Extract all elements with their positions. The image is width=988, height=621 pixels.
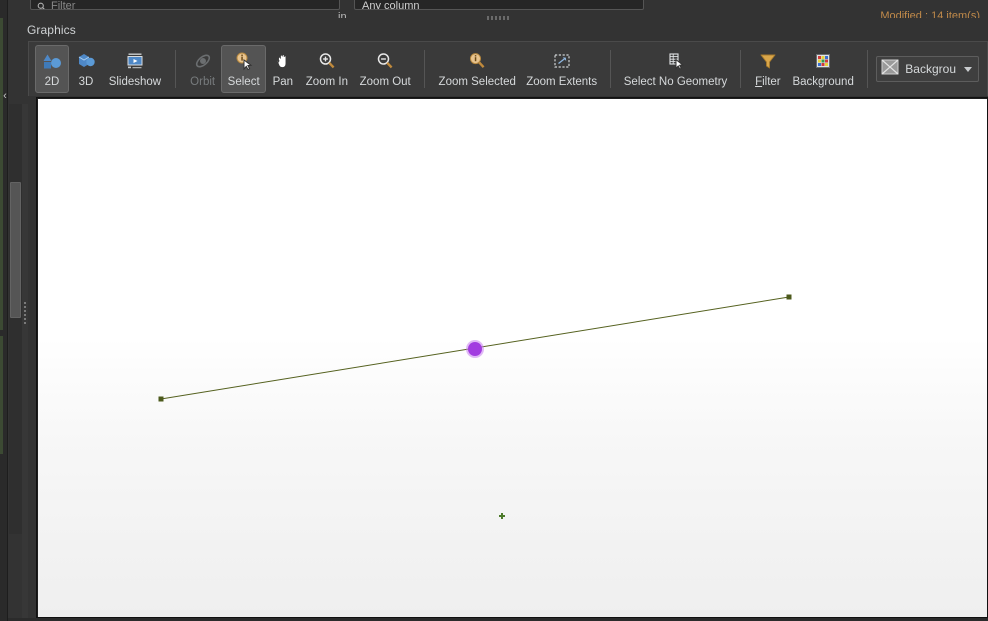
toolbar-button-orbit: Orbit [184,45,222,93]
collapse-panel-chevron-icon[interactable]: ‹ [0,88,10,104]
toolbar-label-2d: 2D [44,76,60,88]
vertical-scrollbar-track[interactable] [9,104,22,534]
hand-pan-icon [273,50,293,72]
toolbar-button-2d[interactable]: 2D [35,45,69,93]
toolbar-button-slideshow[interactable]: Slideshow [103,45,167,93]
geometry-node-marker [786,294,792,300]
toolbar-label-filter: Filter [755,76,781,88]
toolbar-button-3d[interactable]: 3D [69,45,103,93]
background-style-dropdown[interactable]: Backgrou [876,56,979,82]
shapes-2d-icon [42,50,62,72]
graphics-panel-window: ‹ Filter in Any column Modified : 14 ite… [0,0,988,621]
orbit-icon [193,50,213,72]
graphics-viewport-frame [36,97,988,618]
page-title: Graphics [27,23,76,37]
funnel-icon [758,50,778,72]
toolbar-button-select-no-geometry[interactable]: Select No Geometry [619,45,731,93]
toolbar-button-background[interactable]: Background [787,45,859,93]
filter-input-placeholder: Filter [51,0,76,10]
toolbar-separator-5 [867,50,869,88]
vertical-splitter-grip-icon [24,302,26,324]
toolbar-label-background: Background [792,76,854,88]
toolbar-label-pan: Pan [272,76,294,88]
toolbar-separator-3 [610,50,612,88]
graphics-viewport[interactable] [38,99,987,617]
toolbar-label-select: Select [227,76,260,88]
magnifier-info-icon [467,50,487,72]
graphics-toolbar: 2D 3D Slideshow Orbit Select Pan Zoom In… [28,41,988,96]
toolbar-button-select[interactable]: Select [221,45,266,93]
chevron-down-icon [964,66,972,72]
search-icon [37,2,45,9]
toolbar-button-zoom-extents[interactable]: Zoom Extents [521,45,602,93]
toolbar-label-orbit: Orbit [190,76,216,88]
select-cursor-icon [234,50,254,72]
toolbar-label-zoom-out: Zoom Out [359,76,411,88]
select-no-geometry-icon [666,50,686,72]
rail-accent-upper [0,18,3,330]
geometry-scene [158,294,792,519]
zoom-extents-icon [552,50,572,72]
toolbar-label-3d: 3D [78,76,94,88]
toolbar-label-zoom-in: Zoom In [305,76,348,88]
vertical-scrollbar-thumb[interactable] [10,182,21,318]
rail-accent-lower [0,336,3,454]
toolbar-separator-1 [174,50,176,88]
toolbar-label-select-no-geometry: Select No Geometry [623,76,728,88]
column-scope-select[interactable]: Any column [354,0,644,10]
toolbar-button-zoom-selected[interactable]: Zoom Selected [433,45,520,93]
vertical-splitter[interactable] [22,104,28,621]
background-swatch-icon [881,59,899,80]
magnifier-plus-icon [317,50,337,72]
background-style-value: Backgrou [905,62,956,76]
toolbar-label-slideshow: Slideshow [108,76,162,88]
column-scope-value: Any column [362,0,420,10]
toolbar-separator-2 [424,50,426,88]
toolbar-button-zoom-in[interactable]: Zoom In [300,45,354,93]
toolbar-button-pan[interactable]: Pan [266,45,300,93]
toolbar-label-zoom-extents: Zoom Extents [526,76,598,88]
toolbar-separator-4 [739,50,741,88]
selected-node-marker [468,342,482,356]
magnifier-minus-icon [375,50,395,72]
toolbar-button-filter[interactable]: Filter [749,45,787,93]
color-grid-icon [813,50,833,72]
shapes-3d-icon [76,50,96,72]
horizontal-splitter[interactable] [8,14,988,23]
toolbar-button-zoom-out[interactable]: Zoom Out [354,45,417,93]
free-point-marker [501,513,503,519]
filter-input[interactable]: Filter [30,0,340,10]
slideshow-icon [125,50,145,72]
geometry-node-marker [158,396,164,402]
toolbar-label-zoom-selected: Zoom Selected [438,76,516,88]
splitter-grip-icon [487,16,509,20]
